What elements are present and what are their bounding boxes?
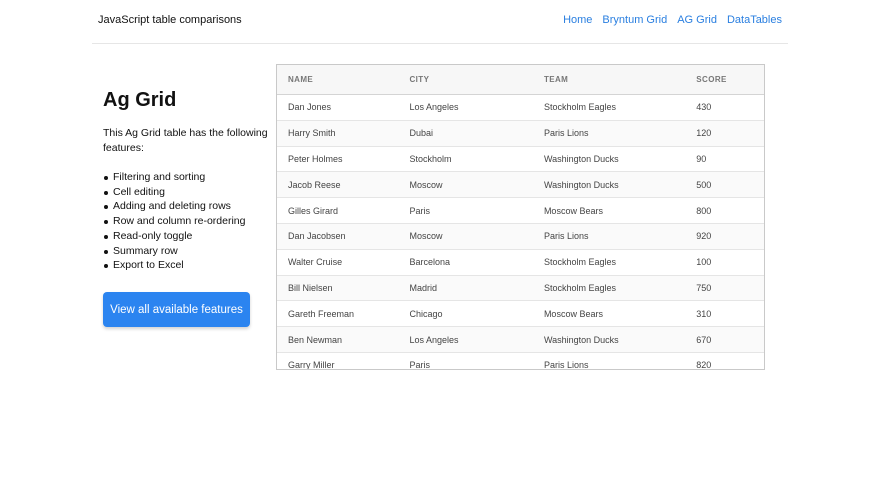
- site-brand[interactable]: JavaScript table comparisons: [98, 14, 242, 26]
- cell-city[interactable]: Chicago: [399, 309, 533, 319]
- cell-score[interactable]: 820: [685, 360, 764, 369]
- cell-team[interactable]: Moscow Bears: [533, 206, 685, 216]
- cell-score[interactable]: 670: [685, 335, 764, 345]
- cell-city[interactable]: Moscow: [399, 231, 533, 241]
- cell-team[interactable]: Washington Ducks: [533, 335, 685, 345]
- cell-name[interactable]: Ben Newman: [277, 335, 399, 345]
- table-row[interactable]: Walter Cruise Barcelona Stockholm Eagles 10…: [277, 249, 764, 276]
- cell-team[interactable]: Paris Lions: [533, 128, 685, 138]
- cell-team[interactable]: Paris Lions: [533, 231, 685, 241]
- cell-score[interactable]: 750: [685, 283, 764, 293]
- table-row[interactable]: Dan Jacobsen Moscow Paris Lions 920: [277, 223, 764, 250]
- table-row[interactable]: Bill Nielsen Madrid Stockholm Eagles 750: [277, 275, 764, 302]
- table-row[interactable]: Ben Newman Los Angeles Washington Ducks 670: [277, 327, 764, 353]
- grid-header-row: NAME CITY TEAM SCORE: [277, 65, 764, 95]
- cell-name[interactable]: Harry Smith: [277, 128, 399, 138]
- cell-city[interactable]: Paris: [399, 206, 533, 216]
- main-nav: Home Bryntum Grid AG Grid DataTables: [563, 14, 782, 26]
- page-title: Ag Grid: [103, 89, 177, 111]
- cell-city[interactable]: Los Angeles: [399, 102, 533, 112]
- cell-name[interactable]: Walter Cruise: [277, 257, 399, 267]
- cell-name[interactable]: Bill Nielsen: [277, 283, 399, 293]
- cell-city[interactable]: Paris: [399, 360, 533, 369]
- nav-datatables-link[interactable]: DataTables: [727, 14, 782, 26]
- cell-team[interactable]: Paris Lions: [533, 360, 685, 369]
- feature-item: Cell editing: [104, 185, 273, 200]
- cell-name[interactable]: Jacob Reese: [277, 180, 399, 190]
- feature-item: Row and column re-ordering: [104, 214, 273, 229]
- ag-grid-table: NAME CITY TEAM SCORE Dan Jones Los Angele…: [276, 64, 765, 370]
- feature-item: Export to Excel: [104, 258, 273, 273]
- cell-score[interactable]: 920: [685, 231, 764, 241]
- cell-team[interactable]: Moscow Bears: [533, 309, 685, 319]
- table-row[interactable]: Gilles Girard Paris Moscow Bears 800: [277, 198, 764, 224]
- cell-name[interactable]: Peter Holmes: [277, 154, 399, 164]
- cell-city[interactable]: Barcelona: [399, 257, 533, 267]
- view-features-button[interactable]: View all available features: [103, 292, 250, 327]
- nav-ag-grid-link[interactable]: AG Grid: [677, 14, 717, 26]
- table-row[interactable]: Garry Miller Paris Paris Lions 820: [277, 352, 764, 369]
- feature-item: Read-only toggle: [104, 229, 273, 244]
- cell-score[interactable]: 310: [685, 309, 764, 319]
- table-row[interactable]: Gareth Freeman Chicago Moscow Bears 310: [277, 301, 764, 328]
- column-header-name[interactable]: NAME: [277, 75, 399, 84]
- cell-team[interactable]: Stockholm Eagles: [533, 257, 685, 267]
- cell-name[interactable]: Garry Miller: [277, 360, 399, 369]
- grid-body: Dan Jones Los Angeles Stockholm Eagles 430 …: [277, 95, 764, 369]
- cell-team[interactable]: Stockholm Eagles: [533, 283, 685, 293]
- feature-item: Filtering and sorting: [104, 170, 273, 185]
- cell-name[interactable]: Gilles Girard: [277, 206, 399, 216]
- feature-list: Filtering and sorting Cell editing Addin…: [103, 170, 273, 273]
- table-row[interactable]: Jacob Reese Moscow Washington Ducks 500: [277, 172, 764, 199]
- cell-score[interactable]: 430: [685, 102, 764, 112]
- column-header-city[interactable]: CITY: [399, 75, 533, 84]
- feature-item: Adding and deleting rows: [104, 199, 273, 214]
- top-header: JavaScript table comparisons Home Bryntu…: [92, 0, 788, 44]
- cell-city[interactable]: Stockholm: [399, 154, 533, 164]
- nav-home-link[interactable]: Home: [563, 14, 592, 26]
- cell-team[interactable]: Washington Ducks: [533, 180, 685, 190]
- cell-city[interactable]: Dubai: [399, 128, 533, 138]
- table-row[interactable]: Peter Holmes Stockholm Washington Ducks 90: [277, 146, 764, 173]
- table-row[interactable]: Harry Smith Dubai Paris Lions 120: [277, 120, 764, 147]
- cell-score[interactable]: 120: [685, 128, 764, 138]
- feature-item: Summary row: [104, 244, 273, 259]
- cell-score[interactable]: 100: [685, 257, 764, 267]
- cell-city[interactable]: Moscow: [399, 180, 533, 190]
- cell-name[interactable]: Dan Jacobsen: [277, 231, 399, 241]
- cell-team[interactable]: Washington Ducks: [533, 154, 685, 164]
- nav-bryntum-grid-link[interactable]: Bryntum Grid: [602, 14, 667, 26]
- feature-panel: Ag Grid This Ag Grid table has the follo…: [103, 86, 273, 273]
- cell-name[interactable]: Dan Jones: [277, 102, 399, 112]
- cell-name[interactable]: Gareth Freeman: [277, 309, 399, 319]
- column-header-team[interactable]: TEAM: [533, 75, 685, 84]
- cell-city[interactable]: Los Angeles: [399, 335, 533, 345]
- cell-team[interactable]: Stockholm Eagles: [533, 102, 685, 112]
- intro-text: This Ag Grid table has the following fea…: [103, 127, 268, 154]
- table-row[interactable]: Dan Jones Los Angeles Stockholm Eagles 430: [277, 95, 764, 121]
- cell-score[interactable]: 800: [685, 206, 764, 216]
- cell-city[interactable]: Madrid: [399, 283, 533, 293]
- column-header-score[interactable]: SCORE: [685, 75, 764, 84]
- cell-score[interactable]: 90: [685, 154, 764, 164]
- cell-score[interactable]: 500: [685, 180, 764, 190]
